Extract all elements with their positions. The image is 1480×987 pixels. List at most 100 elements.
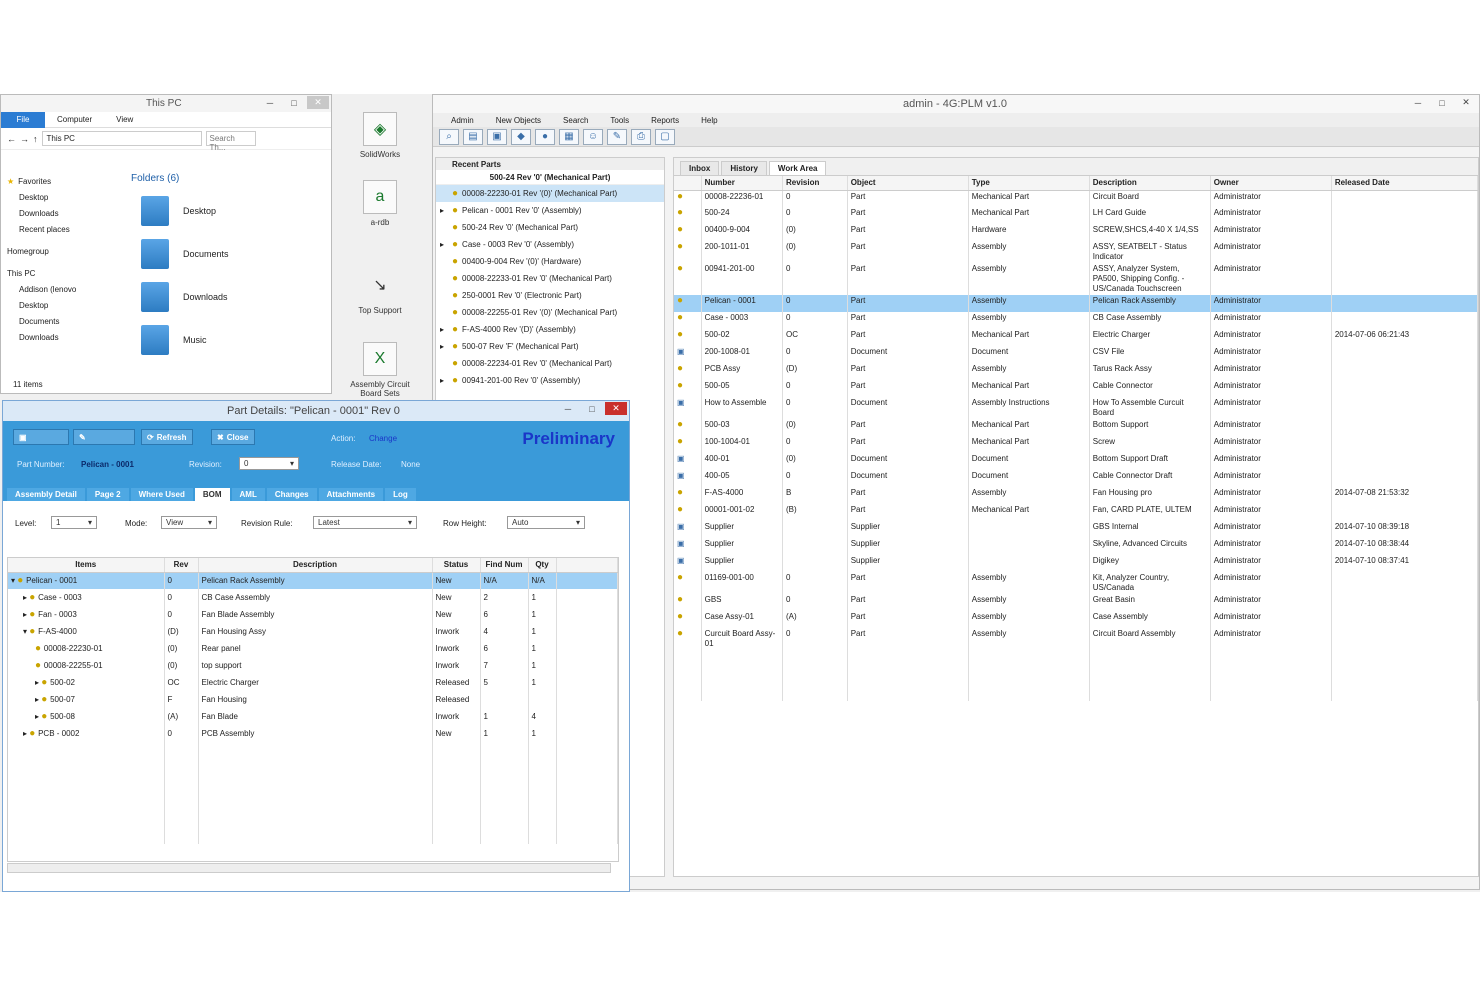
maximize-button[interactable]: □ (283, 96, 305, 109)
folder-item[interactable]: Desktop (131, 189, 316, 232)
column-header[interactable]: Description (1089, 176, 1211, 191)
table-row[interactable]: ● 01169-001-00 0 Part Assembly Kit, Analyzer … (674, 572, 1479, 594)
table-row[interactable]: ● Curcuit Board Assy-01 0 Part Assembly Circu… (674, 628, 1479, 650)
dialog-tab[interactable]: AML (231, 488, 265, 501)
back-icon[interactable]: ← (7, 134, 16, 144)
bom-column-header[interactable]: Description (198, 558, 433, 573)
table-row[interactable]: ● 500-24 0 Part Mechanical Part LH Card Guide… (674, 207, 1479, 224)
menu-new-objects[interactable]: New Objects (496, 116, 541, 125)
menu-tools[interactable]: Tools (610, 116, 629, 125)
forward-icon[interactable]: → (20, 134, 29, 144)
maximize-button[interactable]: □ (581, 402, 603, 415)
recent-part-item[interactable]: ● 00400-9-004 Rev '(0)' (Hardware) (436, 253, 664, 270)
column-header[interactable]: Owner (1210, 176, 1332, 191)
table-row[interactable]: ● 500-03 (0) Part Mechanical Part Bottom Supp… (674, 419, 1479, 436)
table-row[interactable]: ● 00001-001-02 (B) Part Mechanical Part Fan, … (674, 504, 1479, 521)
revision-select[interactable]: 0 ▾ (239, 457, 299, 470)
recent-part-item[interactable]: ▸ ● 00941-201-00 Rev '0' (Assembly) (436, 372, 664, 389)
expand-icon[interactable]: ▸ (440, 376, 448, 385)
part-icon[interactable]: ● (535, 128, 555, 145)
nav-item[interactable]: Downloads (7, 205, 117, 221)
column-header[interactable]: Released Date (1331, 176, 1479, 191)
recent-part-item[interactable]: ● 00008-22255-01 Rev '(0)' (Mechanical Pa… (436, 304, 664, 321)
minimize-button[interactable]: ─ (1407, 96, 1429, 109)
nav-item[interactable]: Desktop (7, 297, 117, 313)
dialog-tab[interactable]: Where Used (130, 488, 193, 501)
tab-view[interactable]: View (104, 115, 145, 124)
tab-file[interactable]: File (1, 111, 45, 128)
open-icon[interactable]: ▣ (487, 128, 507, 145)
expand-icon[interactable]: ▸ (440, 240, 448, 249)
dialog-tab[interactable]: Assembly Detail (7, 488, 85, 501)
bom-row[interactable]: ● 00008-22230-01 (0) Rear panel Inwork 6 1 (8, 640, 618, 657)
nav-item[interactable]: Homegroup (7, 243, 117, 259)
refresh-button[interactable]: ⟳ Refresh (141, 429, 193, 445)
desktop-icon[interactable]: ↘ Top Support (350, 268, 410, 315)
bom-row[interactable]: ▸ ● Case - 0003 0 CB Case Assembly New 2 1 (8, 589, 618, 606)
user-icon[interactable]: ☺ (583, 128, 603, 145)
desktop-icon[interactable]: a a-rdb (350, 180, 410, 227)
recent-part-item[interactable]: ▸ ● Pelican - 0001 Rev '0' (Assembly) (436, 202, 664, 219)
menu-search[interactable]: Search (563, 116, 588, 125)
menu-reports[interactable]: Reports (651, 116, 679, 125)
dialog-tab[interactable]: Changes (266, 488, 317, 501)
tab-history[interactable]: History (721, 161, 767, 175)
column-header[interactable]: Number (701, 176, 784, 191)
revision-rule-select[interactable]: Latest ▾ (313, 516, 417, 529)
recent-part-item[interactable]: ● 00008-22234-01 Rev '0' (Mechanical Part… (436, 355, 664, 372)
table-row[interactable]: ▣ Supplier Supplier Skyline, Advanced Circu… (674, 538, 1479, 555)
bom-row[interactable]: ▸ ● 500-02 OC Electric Charger Released 5 1 (8, 674, 618, 691)
search-icon[interactable]: ⌕ (439, 128, 459, 145)
recent-part-item[interactable]: ▸ ● 500-07 Rev 'F' (Mechanical Part) (436, 338, 664, 355)
bom-column-header[interactable]: Qty (528, 558, 557, 573)
table-row[interactable]: ● 00400-9-004 (0) Part Hardware SCREW,SHCS,4-… (674, 224, 1479, 241)
nav-item[interactable]: Desktop (7, 189, 117, 205)
table-row[interactable]: ▣ Supplier Supplier Digikey Administrator 201… (674, 555, 1479, 572)
close-button[interactable]: ✕ (605, 402, 627, 415)
bom-row[interactable]: ▸ ● Fan - 0003 0 Fan Blade Assembly New 6 1 (8, 606, 618, 623)
table-row[interactable]: ● 200-1011-01 (0) Part Assembly ASSY, SEATBEL… (674, 241, 1479, 263)
dialog-tab[interactable]: Page 2 (86, 488, 129, 501)
print-icon[interactable]: ⎙ (631, 128, 651, 145)
bom-row[interactable]: ▸ ● 500-08 (A) Fan Blade Inwork 1 4 (8, 708, 618, 725)
folder-icon[interactable]: ▤ (463, 128, 483, 145)
recent-part-item[interactable]: ▸ ● Case - 0003 Rev '0' (Assembly) (436, 236, 664, 253)
window-icon[interactable]: ▢ (655, 128, 675, 145)
horizontal-scrollbar[interactable] (7, 863, 611, 873)
expand-icon[interactable]: ▸ (440, 206, 448, 215)
document-icon[interactable]: ▦ (559, 128, 579, 145)
menu-admin[interactable]: Admin (451, 116, 474, 125)
bom-row[interactable]: ● 00008-22255-01 (0) top support Inwork 7 1 (8, 657, 618, 674)
table-row[interactable]: ● Pelican - 0001 0 Part Assembly Pelican Rack… (674, 295, 1479, 312)
search-input[interactable]: Search Th... (205, 131, 256, 152)
nav-item[interactable]: This PC (7, 265, 117, 281)
action-link[interactable]: Change (369, 434, 397, 443)
dialog-tab[interactable]: Attachments (318, 488, 384, 501)
column-header[interactable]: Type (968, 176, 1090, 191)
column-header[interactable]: Revision (782, 176, 848, 191)
row-height-select[interactable]: Auto ▾ (507, 516, 585, 529)
minimize-button[interactable]: ─ (259, 96, 281, 109)
table-row[interactable]: ● Case Assy-01 (A) Part Assembly Case Assembl… (674, 611, 1479, 628)
table-row[interactable]: ● 500-05 0 Part Mechanical Part Cable Connect… (674, 380, 1479, 397)
nav-item[interactable]: Documents (7, 313, 117, 329)
recent-part-item[interactable]: ● 250-0001 Rev '0' (Electronic Part) (436, 287, 664, 304)
bom-column-header[interactable]: Status (432, 558, 481, 573)
bom-row[interactable]: ▸ ● 500-07 F Fan Housing Released (8, 691, 618, 708)
folder-item[interactable]: Documents (131, 232, 316, 275)
table-row[interactable]: ● F-AS-4000 B Part Assembly Fan Housing pro Ad… (674, 487, 1479, 504)
table-row[interactable]: ▣ 200-1008-01 0 Document Document CSV File Adm… (674, 346, 1479, 363)
table-row[interactable]: ▣ 400-01 (0) Document Document Bottom Support… (674, 453, 1479, 470)
desktop-icon[interactable]: X Assembly Circuit Board Sets (350, 342, 410, 398)
bom-column-header[interactable]: Items (8, 558, 165, 573)
table-row[interactable]: ● 00941-201-00 0 Part Assembly ASSY, Analyzer… (674, 263, 1479, 295)
table-row[interactable]: ▣ 400-05 0 Document Document Cable Connector … (674, 470, 1479, 487)
bom-row[interactable]: ▾ ● F-AS-4000 (D) Fan Housing Assy Inwork 4 1 (8, 623, 618, 640)
table-row[interactable]: ● PCB Assy (D) Part Assembly Tarus Rack Assy A… (674, 363, 1479, 380)
bom-column-header[interactable]: Rev (164, 558, 199, 573)
minimize-button[interactable]: ─ (557, 402, 579, 415)
address-input[interactable]: This PC (41, 131, 202, 146)
desktop-icon[interactable]: ◈ SolidWorks (350, 112, 410, 159)
menu-help[interactable]: Help (701, 116, 717, 125)
maximize-button[interactable]: □ (1431, 96, 1453, 109)
